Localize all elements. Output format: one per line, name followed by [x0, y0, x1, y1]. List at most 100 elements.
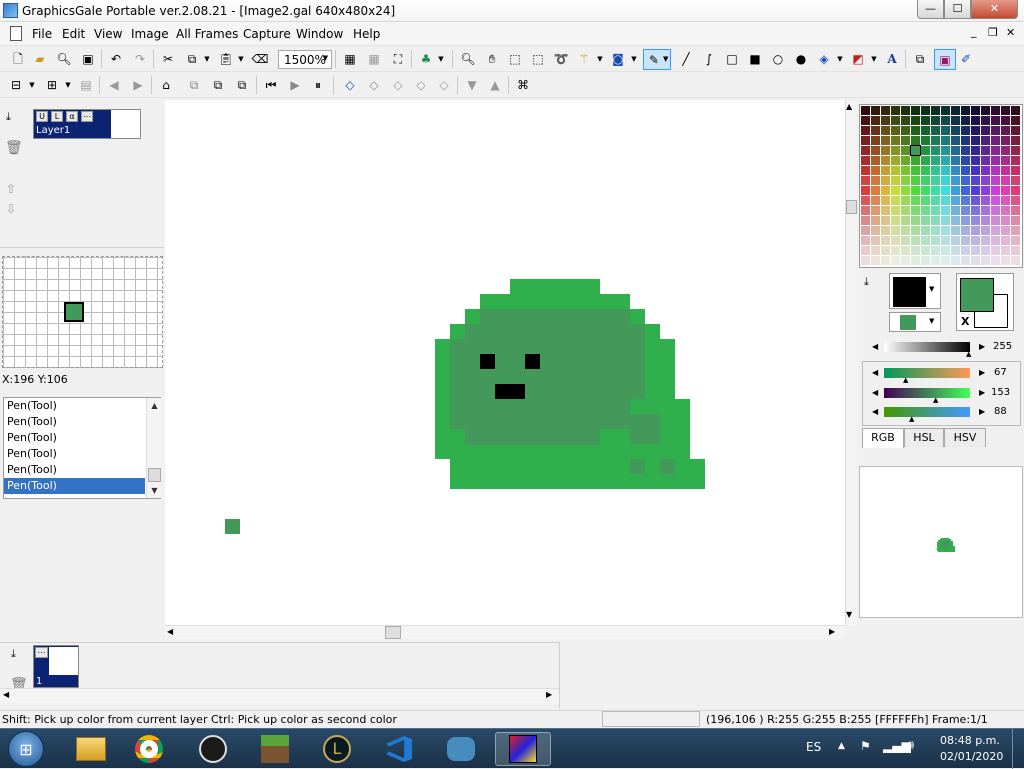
- palette-swatch[interactable]: [981, 216, 990, 225]
- blue-slider[interactable]: [884, 407, 970, 417]
- palette-swatch[interactable]: [931, 126, 940, 135]
- palette-swatch[interactable]: [961, 176, 970, 185]
- palette-swatch[interactable]: [1011, 106, 1020, 115]
- palette-swatch[interactable]: [941, 236, 950, 245]
- palette-swatch[interactable]: [961, 226, 970, 235]
- palette-swatch[interactable]: [921, 186, 930, 195]
- palette-swatch[interactable]: [1001, 176, 1010, 185]
- redo-icon[interactable]: ↷: [132, 51, 148, 67]
- layer-item[interactable]: U L α ⋯ Layer1: [33, 109, 141, 139]
- palette-swatch[interactable]: [881, 126, 890, 135]
- palette-swatch[interactable]: [891, 146, 900, 155]
- palette-swatch[interactable]: [961, 206, 970, 215]
- palette-swatch[interactable]: [961, 116, 970, 125]
- palette-swatch[interactable]: [861, 196, 870, 205]
- palette-swatch[interactable]: [1001, 106, 1010, 115]
- paste-dropdown-icon[interactable]: ▼: [237, 51, 245, 67]
- copy-frame-icon[interactable]: ⧉: [210, 77, 226, 93]
- taskbar-graphicsgale-icon[interactable]: [495, 732, 551, 766]
- taskbar-obs-icon[interactable]: [185, 732, 241, 766]
- palette-swatch[interactable]: [921, 136, 930, 145]
- palette-swatch[interactable]: [1011, 236, 1020, 245]
- palette-swatch[interactable]: [921, 176, 930, 185]
- palette-swatch[interactable]: [951, 106, 960, 115]
- minimize-button[interactable]: —: [917, 0, 944, 19]
- green-thumb-icon[interactable]: ▲: [933, 396, 938, 404]
- pen-dropdown-icon[interactable]: ▼: [663, 55, 671, 63]
- palette-swatch[interactable]: [991, 126, 1000, 135]
- rectangle-tool-icon[interactable]: □: [724, 51, 740, 67]
- tab-hsl[interactable]: HSL: [904, 428, 944, 447]
- palette-swatch[interactable]: [881, 146, 890, 155]
- print-preview-icon[interactable]: 🔍︎: [56, 51, 72, 67]
- palette-swatch[interactable]: [971, 126, 980, 135]
- palette-swatch[interactable]: [861, 116, 870, 125]
- palette-swatch[interactable]: [931, 256, 940, 265]
- lasso-icon[interactable]: ➰: [553, 51, 569, 67]
- palette-swatch[interactable]: [1001, 226, 1010, 235]
- palette-swatch[interactable]: [981, 136, 990, 145]
- onion-all-icon[interactable]: ◇: [413, 77, 429, 93]
- palette-swatch[interactable]: [981, 176, 990, 185]
- palette-swatch[interactable]: [951, 206, 960, 215]
- palette-swatch[interactable]: [901, 106, 910, 115]
- palette-swatch[interactable]: [911, 136, 920, 145]
- palette-swatch[interactable]: [971, 176, 980, 185]
- free-select-icon[interactable]: ⬚: [530, 51, 546, 67]
- palette-swatch[interactable]: [981, 156, 990, 165]
- transform-dropdown-icon[interactable]: ▼: [437, 51, 445, 67]
- palette-swatch[interactable]: [901, 116, 910, 125]
- fill-tool-icon[interactable]: ◈: [816, 51, 832, 67]
- palette-swatch[interactable]: [1011, 176, 1020, 185]
- palette-swatch[interactable]: [921, 206, 930, 215]
- palette-swatch[interactable]: [1001, 246, 1010, 255]
- palette-swatch[interactable]: [1011, 256, 1020, 265]
- palette-swatch[interactable]: [1001, 136, 1010, 145]
- scroll-left-icon[interactable]: ◀: [3, 690, 9, 699]
- palette-swatch[interactable]: [941, 256, 950, 265]
- palette-swatch[interactable]: [961, 136, 970, 145]
- onion-prev-icon[interactable]: ◇: [366, 77, 382, 93]
- taskbar-minecraft-icon[interactable]: [247, 732, 303, 766]
- palette-swatch[interactable]: [931, 226, 940, 235]
- delete-layer-icon[interactable]: 🗑︎: [5, 140, 23, 156]
- palette-swatch[interactable]: [951, 216, 960, 225]
- import-layer-icon[interactable]: ⤓: [6, 110, 11, 124]
- menu-capture[interactable]: Capture: [243, 27, 291, 41]
- scroll-left-icon[interactable]: ◀: [167, 627, 173, 636]
- menu-all-frames[interactable]: All Frames: [176, 27, 238, 41]
- menu-edit[interactable]: Edit: [62, 27, 85, 41]
- palette-swatch[interactable]: [911, 176, 920, 185]
- scroll-right-icon[interactable]: ▶: [829, 627, 835, 636]
- palette-swatch[interactable]: [981, 116, 990, 125]
- history-item-selected[interactable]: Pen(Tool): [4, 478, 145, 494]
- palette-swatch[interactable]: [1001, 146, 1010, 155]
- palette-swatch[interactable]: [981, 196, 990, 205]
- palette-swatch[interactable]: [861, 216, 870, 225]
- tab-hsv[interactable]: HSV: [944, 428, 986, 447]
- palette-swatch[interactable]: [881, 206, 890, 215]
- onion-next-icon[interactable]: ◇: [390, 77, 406, 93]
- palette-swatch[interactable]: [871, 196, 880, 205]
- palette-swatch[interactable]: [891, 176, 900, 185]
- palette-swatch[interactable]: [991, 176, 1000, 185]
- palette-swatch[interactable]: [951, 116, 960, 125]
- palette-swatch[interactable]: [931, 196, 940, 205]
- palette-swatch[interactable]: [981, 166, 990, 175]
- palette-swatch[interactable]: [931, 216, 940, 225]
- palette-swatch[interactable]: [951, 126, 960, 135]
- palette-swatch[interactable]: [901, 256, 910, 265]
- palette-swatch[interactable]: [1001, 196, 1010, 205]
- history-item[interactable]: Pen(Tool): [4, 414, 145, 430]
- palette-swatch[interactable]: [861, 246, 870, 255]
- frame-menu-icon[interactable]: ⋯: [35, 647, 48, 658]
- hscroll-thumb[interactable]: [385, 626, 401, 639]
- slider-left-icon[interactable]: ◀: [872, 342, 878, 351]
- palette-swatch[interactable]: [891, 156, 900, 165]
- red-slider[interactable]: [884, 368, 970, 378]
- frame-list-dropdown-icon[interactable]: ▼: [28, 77, 36, 93]
- palette-swatch[interactable]: [891, 126, 900, 135]
- palette-swatch[interactable]: [1011, 226, 1020, 235]
- palette-swatch[interactable]: [961, 106, 970, 115]
- action-center-flag-icon[interactable]: ⚑: [860, 739, 871, 753]
